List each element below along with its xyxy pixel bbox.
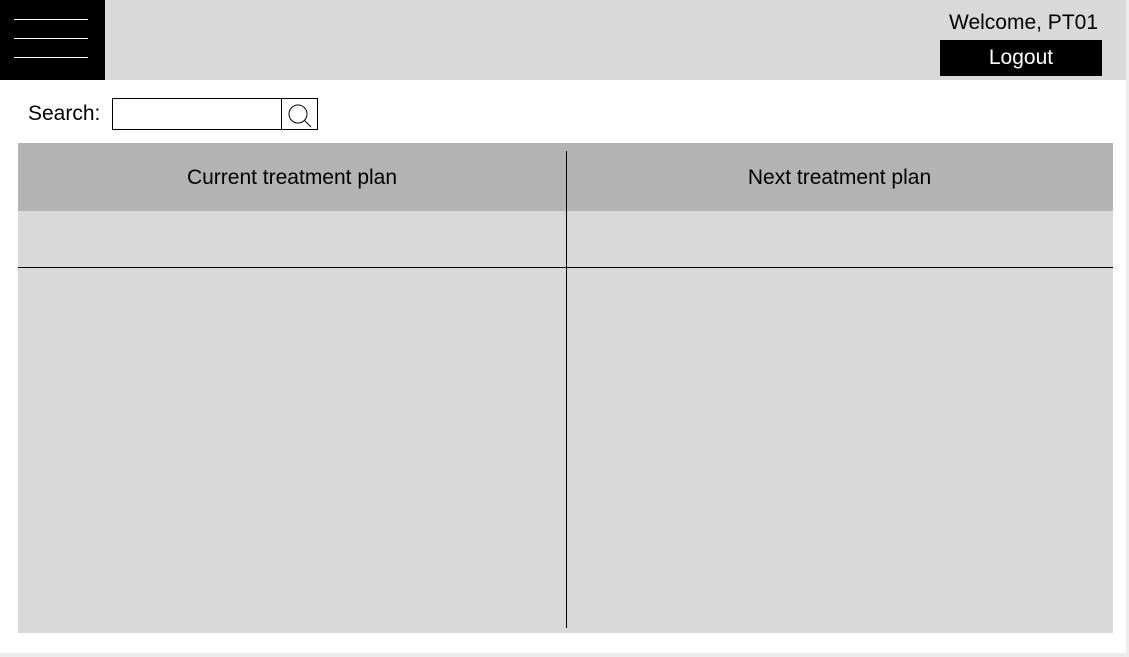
logout-button[interactable]: Logout [940,40,1102,76]
column-header-next-plan: Next treatment plan [747,166,932,189]
menu-button[interactable] [0,0,105,80]
column-header-current-plan: Current treatment plan [186,166,398,189]
window-edge-bottom [0,653,1129,657]
welcome-message: Welcome, PT01 [949,11,1098,34]
top-header: Welcome, PT01 Logout [0,0,1126,80]
search-label: Search: [28,102,101,125]
current-plan-cell [18,211,566,267]
next-plan-cell [567,268,1113,633]
app-window: Welcome, PT01 Logout Search: Current tre… [0,0,1126,653]
search-icon [288,104,312,128]
treatment-plan-table: Current treatment plan Next treatment pl… [18,143,1113,633]
column-divider [566,151,567,628]
search-button[interactable] [281,98,318,130]
current-plan-cell [18,268,566,633]
search-input[interactable] [112,98,281,130]
next-plan-cell [567,211,1113,267]
